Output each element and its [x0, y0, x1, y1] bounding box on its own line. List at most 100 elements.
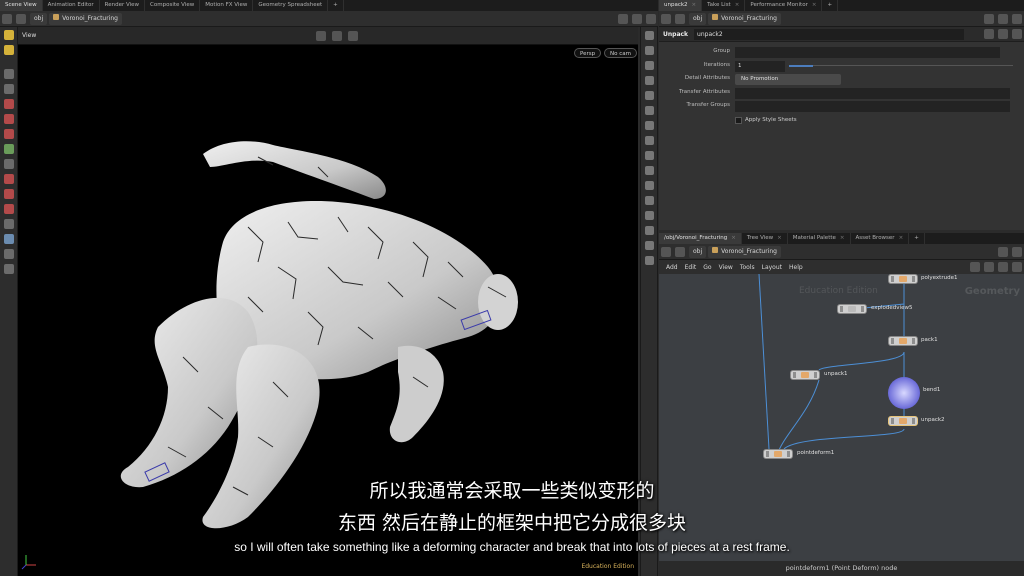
edge-icon[interactable]	[644, 211, 654, 220]
pin-icon[interactable]	[984, 13, 994, 24]
vertex-icon[interactable]	[644, 181, 654, 190]
link-icon[interactable]	[1012, 246, 1022, 257]
close-tab-icon[interactable]: ×	[777, 235, 782, 241]
tab-geometry-spreadsheet[interactable]: Geometry Spreadsheet	[253, 0, 329, 11]
breadcrumb-obj[interactable]: obj	[689, 12, 707, 25]
breadcrumb-node[interactable]: Voronoi_Fracturing	[708, 245, 781, 258]
pin-icon[interactable]	[618, 13, 628, 24]
normal-icon[interactable]	[644, 166, 654, 175]
tab-network[interactable]: /obj/Voronoi_Fracturing ×	[659, 233, 742, 244]
tab-material-palette[interactable]: Material Palette ×	[788, 233, 851, 244]
display-options-icon[interactable]	[644, 31, 654, 40]
add-tab-icon[interactable]: +	[909, 233, 925, 244]
forward-icon[interactable]	[675, 13, 685, 24]
orbit-icon[interactable]	[3, 249, 14, 259]
menu-tools[interactable]: Tools	[740, 264, 755, 271]
gear-icon[interactable]	[984, 29, 994, 39]
node-unpack1[interactable]	[790, 370, 820, 380]
info-icon[interactable]	[1012, 29, 1022, 39]
view-tool-icon[interactable]	[3, 219, 14, 229]
add-tab-icon[interactable]: +	[328, 0, 344, 11]
node-explodedview5[interactable]	[837, 304, 867, 314]
close-tab-icon[interactable]: ×	[731, 235, 736, 241]
node-unpack2[interactable]	[888, 416, 918, 426]
node-pointdeform1[interactable]	[763, 449, 793, 459]
settings-icon[interactable]	[1012, 13, 1022, 24]
snap-icon[interactable]	[3, 30, 14, 40]
wireframe-icon[interactable]	[644, 61, 654, 70]
iterations-field[interactable]: 1	[735, 60, 785, 72]
tab-tree-view[interactable]: Tree View ×	[742, 233, 788, 244]
camera-icon[interactable]	[3, 234, 14, 244]
abc-icon[interactable]	[644, 256, 654, 265]
link-icon[interactable]	[998, 13, 1008, 24]
transfer-attributes-field[interactable]	[735, 87, 1010, 99]
breadcrumb-node[interactable]: Voronoi_Fracturing	[49, 12, 122, 25]
close-tab-icon[interactable]: ×	[692, 2, 697, 8]
scale-icon[interactable]	[3, 129, 14, 139]
shape-icon[interactable]	[1012, 262, 1022, 272]
forward-icon[interactable]	[675, 246, 685, 257]
close-tab-icon[interactable]: ×	[899, 235, 904, 241]
tab-performance-monitor[interactable]: Performance Monitor ×	[745, 0, 823, 11]
rotate-icon[interactable]	[3, 114, 14, 124]
back-icon[interactable]	[661, 13, 671, 24]
node-pack1[interactable]	[888, 336, 918, 346]
node-bend1[interactable]	[888, 377, 920, 409]
shaded-icon[interactable]	[644, 76, 654, 85]
tab-motion-fx-view[interactable]: Motion FX View	[200, 0, 254, 11]
brush-icon[interactable]	[3, 159, 14, 169]
pin-icon[interactable]	[998, 246, 1008, 257]
transfer-groups-field[interactable]	[735, 101, 1010, 112]
color-icon[interactable]	[998, 262, 1008, 272]
menu-view[interactable]: View	[719, 264, 733, 271]
close-tab-icon[interactable]: ×	[840, 235, 845, 241]
tab-take-list[interactable]: Take List ×	[702, 0, 746, 11]
close-tab-icon[interactable]: ×	[735, 2, 740, 8]
lock-icon[interactable]	[3, 84, 14, 94]
settings-icon[interactable]	[646, 13, 656, 24]
number-icon[interactable]	[644, 241, 654, 250]
forward-icon[interactable]	[16, 13, 26, 24]
grid-icon[interactable]	[984, 262, 994, 272]
menu-edit[interactable]: Edit	[685, 264, 697, 271]
grid-icon[interactable]	[644, 136, 654, 145]
tab-asset-browser[interactable]: Asset Browser ×	[851, 233, 910, 244]
visibility-icon[interactable]	[644, 106, 654, 115]
point-icon[interactable]	[644, 151, 654, 160]
close-tab-icon[interactable]: ×	[812, 2, 817, 8]
node-name-field[interactable]: unpack2	[694, 28, 965, 40]
back-icon[interactable]	[2, 13, 12, 24]
magnet-icon[interactable]	[3, 174, 14, 184]
breadcrumb-node[interactable]: Voronoi_Fracturing	[708, 12, 781, 25]
wrench-icon[interactable]	[970, 262, 980, 272]
tab-animation-editor[interactable]: Animation Editor	[43, 0, 100, 11]
ghost-icon[interactable]	[644, 46, 654, 55]
breadcrumb-obj[interactable]: obj	[689, 245, 707, 258]
tab-composite-view[interactable]: Composite View	[145, 0, 201, 11]
move-icon[interactable]	[3, 99, 14, 109]
node-polyextrude1[interactable]	[888, 274, 918, 284]
light-icon[interactable]	[644, 91, 654, 100]
menu-add[interactable]: Add	[666, 264, 678, 271]
tab-render-view[interactable]: Render View	[100, 0, 146, 11]
tab-scene-view[interactable]: Scene View	[0, 0, 43, 11]
snap-grid-icon[interactable]	[3, 189, 14, 199]
link-icon[interactable]	[632, 13, 642, 24]
menu-layout[interactable]: Layout	[762, 264, 782, 271]
group-field[interactable]	[735, 47, 1000, 58]
menu-help[interactable]: Help	[789, 264, 803, 271]
handle-icon[interactable]	[3, 45, 14, 55]
detail-attributes-menu[interactable]: No Promotion	[735, 74, 841, 85]
iterations-slider[interactable]	[789, 64, 813, 67]
menu-go[interactable]: Go	[703, 264, 711, 271]
help-icon[interactable]	[998, 29, 1008, 39]
tab-unpack2[interactable]: unpack2 ×	[659, 0, 703, 11]
apply-style-sheets-checkbox[interactable]	[735, 116, 742, 124]
pose-icon[interactable]	[3, 144, 14, 154]
primitive-icon[interactable]	[644, 196, 654, 205]
uv-icon[interactable]	[644, 226, 654, 235]
breadcrumb-obj[interactable]: obj	[30, 12, 48, 25]
back-icon[interactable]	[661, 246, 671, 257]
add-tab-icon[interactable]: +	[822, 0, 839, 11]
